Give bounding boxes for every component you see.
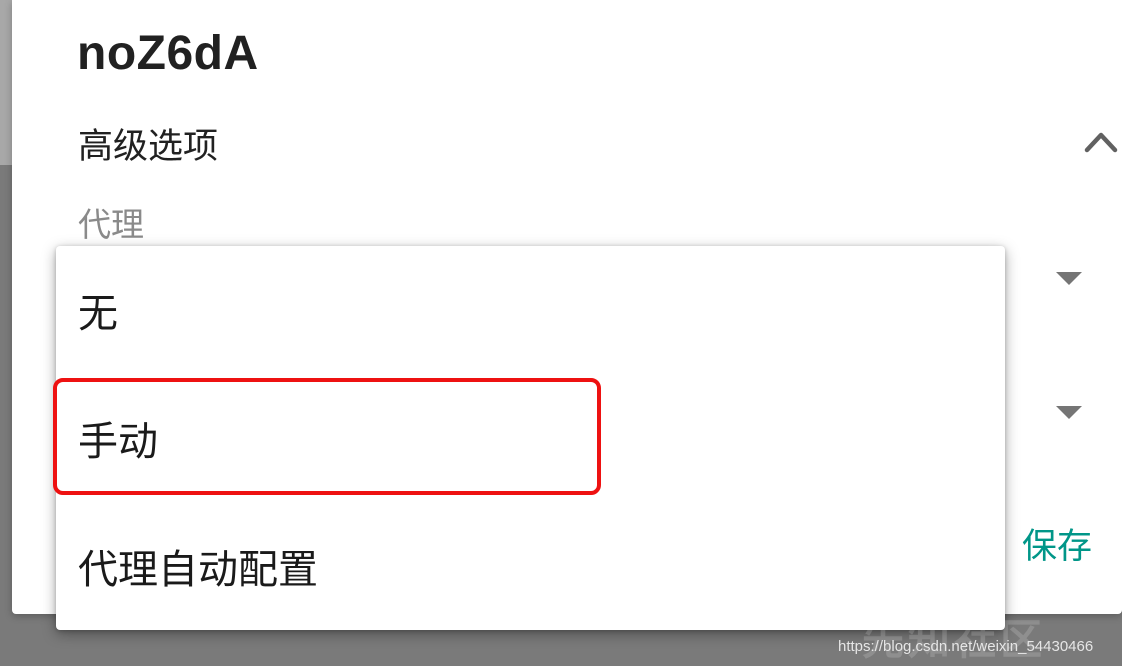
proxy-dropdown-arrow-icon[interactable] — [1056, 272, 1082, 285]
proxy-label: 代理 — [78, 205, 144, 244]
save-button[interactable]: 保存 — [1022, 518, 1092, 569]
proxy-dropdown-menu: 无 手动 代理自动配置 — [56, 246, 1005, 630]
chevron-up-icon[interactable] — [1084, 126, 1118, 156]
ip-settings-dropdown-arrow-icon[interactable] — [1056, 406, 1082, 419]
network-ssid-title: noZ6dA — [77, 27, 259, 80]
advanced-options-label[interactable]: 高级选项 — [78, 118, 218, 169]
menu-item-none[interactable]: 无 — [56, 246, 1005, 374]
watermark-logo: 先知社区 — [862, 615, 1047, 664]
menu-item-manual[interactable]: 手动 — [56, 374, 1005, 502]
watermark-url: https://blog.csdn.net/weixin_54430466 — [838, 638, 1094, 655]
